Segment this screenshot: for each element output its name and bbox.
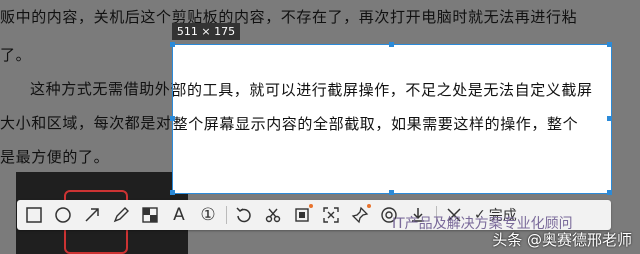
rectangle-icon: [26, 207, 42, 223]
doc-line-2: 了。: [0, 46, 32, 64]
text-icon: A: [173, 205, 185, 225]
ellipse-tool[interactable]: [51, 203, 75, 227]
doc-line-5: 是最方便的了。: [0, 148, 110, 166]
new-feature-dot: [309, 204, 313, 208]
cutout-tool[interactable]: [261, 203, 285, 227]
number-tool[interactable]: ①: [196, 203, 220, 227]
watermark-author: 头条 @奥赛德邢老师: [492, 231, 632, 249]
arrow-icon: [85, 208, 99, 222]
rectangle-tool[interactable]: [22, 203, 46, 227]
ocr-tool[interactable]: [319, 203, 343, 227]
new-feature-dot: [367, 204, 371, 208]
resize-handle-r[interactable]: [607, 116, 612, 121]
mosaic-icon: [142, 207, 158, 223]
arrow-tool[interactable]: [80, 203, 104, 227]
pin-icon: [351, 206, 369, 224]
resize-handle-br[interactable]: [607, 190, 612, 195]
resize-handle-tl[interactable]: [170, 42, 175, 47]
cutout-icon: [265, 208, 281, 223]
pin-tool[interactable]: [348, 203, 372, 227]
pen-icon: [113, 207, 129, 223]
selected-doc-line-3: 这种方式无需借助外部的工具，就可以进行截屏操作，不足之处是无法自定义截屏: [172, 81, 593, 99]
pin-image-icon: [295, 208, 309, 222]
toolbar-divider: [226, 206, 227, 224]
mosaic-tool[interactable]: [138, 203, 162, 227]
selected-doc-line-4: 大小和区域，每次都是对整个屏幕显示内容的全部截取，如果需要这样的操作，整个: [172, 115, 579, 133]
selection-size-label: 511 × 175: [172, 23, 240, 40]
doc-line-1: 贩中的内容，关机后这个剪贴板的内容，不存在了，再次打开电脑时就无法再进行粘: [0, 8, 578, 26]
number-icon: ①: [200, 205, 216, 225]
resize-handle-b[interactable]: [389, 190, 394, 195]
resize-handle-t[interactable]: [389, 42, 394, 47]
resize-handle-bl[interactable]: [170, 190, 175, 195]
ellipse-icon: [55, 207, 71, 223]
resize-handle-l[interactable]: [170, 116, 175, 121]
capture-selection[interactable]: 这种方式无需借助外部的工具，就可以进行截屏操作，不足之处是无法自定义截屏 大小和…: [172, 44, 612, 194]
resize-handle-tr[interactable]: [607, 42, 612, 47]
undo-button[interactable]: [232, 203, 256, 227]
undo-icon: [236, 207, 251, 223]
text-tool[interactable]: A: [167, 203, 191, 227]
ocr-icon: [323, 207, 339, 223]
pen-tool[interactable]: [109, 203, 133, 227]
pin-image-tool[interactable]: [290, 203, 314, 227]
